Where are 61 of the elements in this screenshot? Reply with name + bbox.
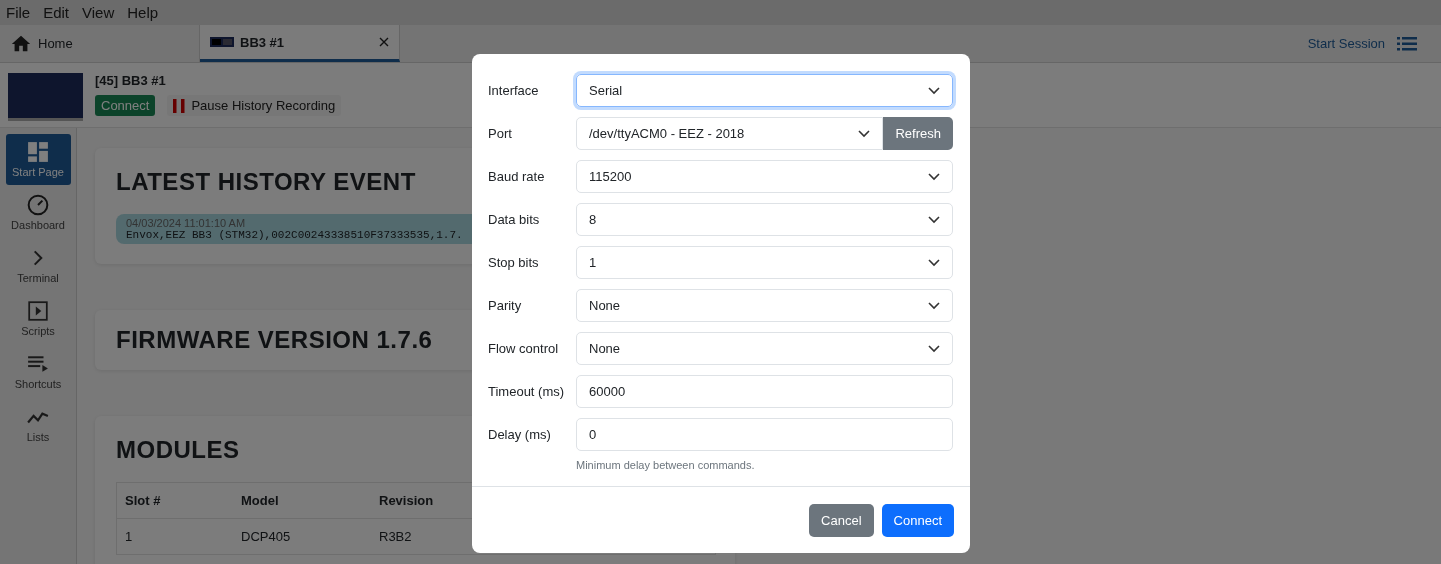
select-field[interactable]: 8 <box>576 203 953 236</box>
field-label: Interface <box>488 82 540 100</box>
menu-icon[interactable] <box>1397 36 1417 51</box>
field-label: Stop bits <box>488 254 540 272</box>
select-field[interactable]: /dev/ttyACM0 - EEZ - 2018 <box>576 117 884 150</box>
field-label: Timeout (ms) <box>488 383 566 401</box>
cancel-button[interactable]: Cancel <box>809 503 874 537</box>
select-field[interactable]: Serial <box>576 74 953 107</box>
start-session-link[interactable]: Start Session <box>1307 36 1385 51</box>
refresh-button[interactable]: Refresh <box>883 117 953 150</box>
field-hint: Minimum delay between commands. <box>576 459 756 471</box>
select-field[interactable]: 115200 <box>576 160 953 193</box>
sidebar-item[interactable]: Terminal <box>5 240 71 291</box>
caret-icon <box>928 301 940 310</box>
section-title: MODULES <box>116 436 240 464</box>
menu-item[interactable]: Help <box>127 4 159 21</box>
close-icon[interactable] <box>379 37 389 47</box>
play-icon <box>27 300 49 322</box>
input-field[interactable]: 60000 <box>576 375 953 408</box>
pause-icon <box>173 98 186 113</box>
connect-button[interactable]: Connect <box>881 503 954 537</box>
column-header: Slot # <box>116 482 233 519</box>
sidebar-item[interactable]: Shortcuts <box>5 346 71 397</box>
event-time: 04/03/2024 11:01:10 AM <box>126 217 246 229</box>
pause-history-button[interactable]: Pause History Recording <box>167 95 342 116</box>
select-field[interactable]: None <box>576 289 953 322</box>
caret-icon <box>928 215 940 224</box>
select-field[interactable]: 1 <box>576 246 953 279</box>
sidebar-item[interactable]: Start Page <box>5 134 71 185</box>
tab[interactable]: BB3 #1 <box>200 25 400 62</box>
caret-icon <box>928 344 940 353</box>
input-field[interactable]: 0 <box>576 418 953 451</box>
caret-icon <box>928 172 940 181</box>
sidebar-item[interactable]: Lists <box>5 399 71 450</box>
table-cell: 1 <box>116 518 233 555</box>
caret-icon <box>858 129 871 138</box>
column-header: Model <box>233 482 371 519</box>
field-label: Data bits <box>488 211 541 229</box>
caret-icon <box>928 258 940 267</box>
gauge-icon <box>27 194 49 216</box>
section-title: FIRMWARE VERSION 1.7.6 <box>116 326 433 354</box>
device-icon <box>210 37 234 47</box>
instrument-title: [45] BB3 #1 <box>95 73 167 88</box>
field-label: Baud rate <box>488 168 546 186</box>
event-text: Envox,EEZ BB3 (STM32),002C00243338510F37333535,1.7. <box>126 229 464 241</box>
field-label: Parity <box>488 297 523 315</box>
sidebar-item[interactable]: Dashboard <box>5 187 71 238</box>
section-title: LATEST HISTORY EVENT <box>116 168 416 196</box>
sidebar-item[interactable]: Scripts <box>5 293 71 344</box>
menu-item[interactable]: Edit <box>43 4 70 21</box>
connect-button[interactable]: Connect <box>95 95 156 116</box>
table-cell: DCP405 <box>233 518 371 555</box>
field-label: Port <box>488 125 513 143</box>
field-label: Flow control <box>488 340 560 358</box>
caret-icon <box>928 86 940 95</box>
grid-icon <box>27 141 49 163</box>
menu-item[interactable]: View <box>82 4 115 21</box>
menu-item[interactable]: File <box>6 4 31 21</box>
list-icon <box>27 353 49 375</box>
select-field[interactable]: None <box>576 332 953 365</box>
field-label: Delay (ms) <box>488 426 552 444</box>
